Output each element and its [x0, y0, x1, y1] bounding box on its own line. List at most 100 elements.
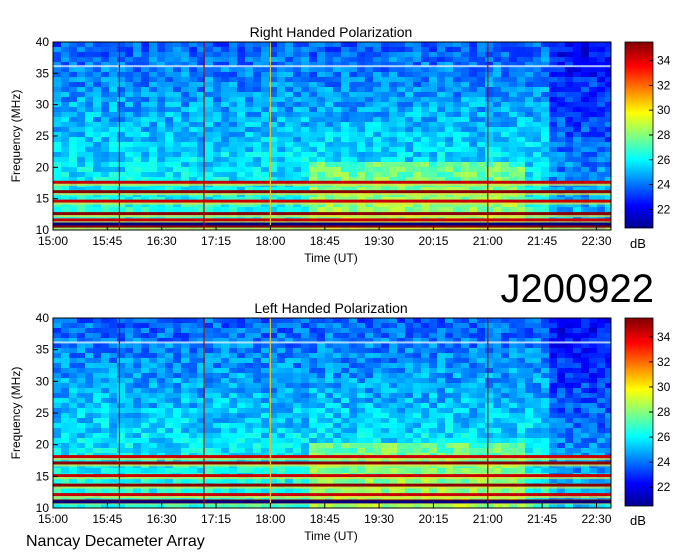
heatmap-cell [189, 438, 197, 443]
heatmap-cell [261, 383, 269, 388]
heatmap-cell [517, 87, 525, 92]
heatmap-cell [373, 368, 381, 373]
heatmap-cell [485, 72, 493, 77]
heatmap-cell [213, 368, 221, 373]
heatmap-cell [309, 42, 317, 47]
heatmap-cell [53, 77, 61, 82]
heatmap-cell [181, 373, 189, 378]
heatmap-cell [453, 368, 461, 373]
heatmap-cell [77, 343, 85, 348]
heatmap-cell [285, 107, 293, 112]
heatmap-cell [365, 52, 373, 57]
x-tick-label: 18:45 [310, 234, 340, 248]
heatmap-cell [253, 398, 261, 403]
heatmap-cell [501, 172, 509, 177]
heatmap-cell [61, 147, 69, 152]
heatmap-cell [557, 77, 565, 82]
heatmap-cell [517, 318, 525, 323]
heatmap-cell [405, 318, 413, 323]
heatmap-cell [469, 328, 477, 333]
heatmap-cell [373, 423, 381, 428]
heatmap-cell [413, 383, 421, 388]
heatmap-cell [165, 207, 173, 212]
heatmap-cell [189, 117, 197, 122]
heatmap-cell [213, 47, 221, 52]
heatmap-cell [445, 122, 453, 127]
heatmap-cell [61, 413, 69, 418]
heatmap-cell [125, 323, 133, 328]
heatmap-cell [389, 107, 397, 112]
heatmap-cell [293, 82, 301, 87]
heatmap-cell [453, 57, 461, 62]
heatmap-cell [485, 107, 493, 112]
heatmap-cell [573, 167, 581, 172]
heatmap-cell [77, 87, 85, 92]
heatmap-cell [501, 488, 509, 493]
heatmap-cell [165, 423, 173, 428]
heatmap-cell [341, 112, 349, 117]
heatmap-cell [469, 157, 477, 162]
heatmap-cell [109, 167, 117, 172]
heatmap-cell [277, 127, 285, 132]
heatmap-cell [109, 117, 117, 122]
heatmap-cell [237, 172, 245, 177]
heatmap-cell [125, 172, 133, 177]
heatmap-cell [277, 147, 285, 152]
heatmap-cell [245, 127, 253, 132]
heatmap-cell [173, 358, 181, 363]
heatmap-cell [69, 97, 77, 102]
heatmap-cell [213, 147, 221, 152]
heatmap-cell [453, 413, 461, 418]
heatmap-cell [453, 152, 461, 157]
heatmap-cell [245, 157, 253, 162]
heatmap-cell [205, 323, 213, 328]
heatmap-cell [485, 438, 493, 443]
heatmap-cell [509, 112, 517, 117]
heatmap-cell [429, 132, 437, 137]
heatmap-cell [349, 87, 357, 92]
heatmap-cell [77, 368, 85, 373]
heatmap-cell [213, 172, 221, 177]
heatmap-cell [501, 348, 509, 353]
heatmap-cell [469, 67, 477, 72]
heatmap-cell [237, 333, 245, 338]
heatmap-cell [101, 92, 109, 97]
heatmap-cell [189, 413, 197, 418]
heatmap-cell [493, 343, 501, 348]
heatmap-cell [381, 398, 389, 403]
heatmap-cell [109, 328, 117, 333]
heatmap-cell [397, 167, 405, 172]
heatmap-cell [293, 468, 301, 473]
heatmap-cell [413, 373, 421, 378]
heatmap-cell [469, 428, 477, 433]
heatmap-cell [317, 102, 325, 107]
heatmap-cell [437, 468, 445, 473]
heatmap-cell [373, 418, 381, 423]
emission-band-halo [53, 227, 611, 230]
heatmap-cell [437, 413, 445, 418]
heatmap-cell [605, 162, 611, 167]
emission-band-halo [53, 193, 611, 196]
heatmap-cell [373, 443, 381, 448]
heatmap-cell [477, 57, 485, 62]
heatmap-cell [173, 438, 181, 443]
heatmap-cell [453, 418, 461, 423]
heatmap-cell [453, 172, 461, 177]
heatmap-cell [93, 373, 101, 378]
heatmap-cell [389, 132, 397, 137]
heatmap-cell [221, 428, 229, 433]
heatmap-cell [485, 117, 493, 122]
heatmap-cell [429, 378, 437, 383]
heatmap-cell [85, 368, 93, 373]
heatmap-cell [373, 137, 381, 142]
heatmap-cell [453, 423, 461, 428]
heatmap-cell [53, 147, 61, 152]
heatmap-cell [277, 72, 285, 77]
heatmap-cell [493, 488, 501, 493]
heatmap-cell [93, 413, 101, 418]
heatmap-cell [213, 443, 221, 448]
heatmap-cell [149, 167, 157, 172]
heatmap-cell [117, 172, 125, 177]
heatmap-cell [165, 82, 173, 87]
heatmap-cell [477, 368, 485, 373]
